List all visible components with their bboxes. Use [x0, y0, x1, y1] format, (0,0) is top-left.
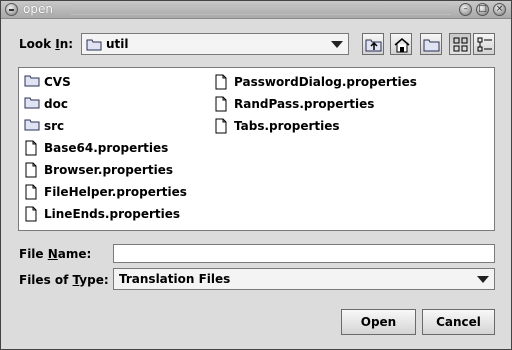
title-bar[interactable]: open – □ ×	[1, 1, 511, 19]
open-button[interactable]: Open	[341, 309, 416, 335]
new-folder-icon	[423, 39, 440, 52]
up-one-level-button[interactable]	[362, 33, 384, 55]
folder-icon	[86, 39, 102, 51]
close-icon[interactable]: ×	[493, 3, 506, 16]
file-icon	[215, 74, 227, 90]
details-view-icon	[477, 37, 492, 52]
list-view-icon	[453, 37, 468, 52]
folder-icon	[24, 119, 40, 131]
folder-icon	[24, 97, 40, 109]
home-button[interactable]	[390, 33, 412, 55]
file-icon	[25, 184, 37, 200]
file-icon	[215, 118, 227, 134]
chevron-down-icon[interactable]	[477, 276, 489, 283]
file-icon	[25, 206, 37, 222]
file-icon	[25, 162, 37, 178]
file-type-value: Translation Files	[119, 272, 231, 286]
file-name-input[interactable]	[113, 244, 495, 263]
file-type-combo[interactable]: Translation Files	[113, 268, 495, 290]
look-in-label: Look In:	[19, 37, 74, 51]
window-menu-icon[interactable]	[5, 3, 18, 16]
file-list[interactable]: CVS doc src Base64.properties Browser.pr…	[18, 67, 495, 231]
new-folder-button[interactable]	[420, 33, 442, 55]
list-view-button[interactable]	[449, 33, 471, 55]
look-in-combo[interactable]: util	[81, 33, 349, 55]
file-icon	[215, 96, 227, 112]
look-in-value: util	[106, 37, 129, 51]
open-dialog: open – □ × Look In: util CVS doc src Bas…	[0, 0, 512, 350]
file-icon	[25, 140, 37, 156]
title-grip	[71, 5, 451, 15]
cancel-button[interactable]: Cancel	[422, 309, 495, 335]
chevron-down-icon[interactable]	[331, 41, 343, 48]
window-title: open	[23, 2, 53, 16]
up-one-level-icon	[365, 39, 382, 52]
home-icon	[394, 38, 410, 53]
details-view-button[interactable]	[473, 33, 495, 55]
file-type-label: Files of Type:	[19, 273, 109, 287]
folder-icon	[24, 75, 40, 87]
file-name-label: File Name:	[19, 247, 92, 261]
minimize-icon[interactable]: –	[459, 3, 472, 16]
maximize-icon[interactable]: □	[476, 3, 489, 16]
